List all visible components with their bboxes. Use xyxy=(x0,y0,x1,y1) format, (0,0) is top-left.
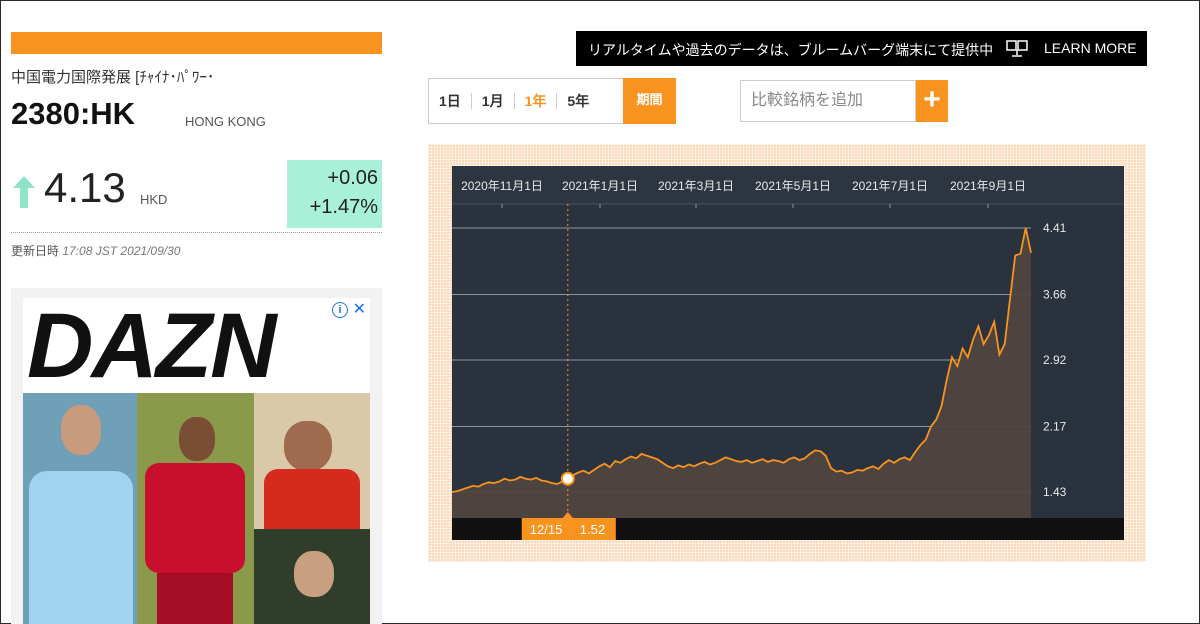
up-arrow-icon xyxy=(13,176,35,208)
x-tick-label: 2021年1月1日 xyxy=(562,179,638,193)
custom-period-button[interactable]: 期間 xyxy=(623,78,676,124)
tooltip-date: 12/15 xyxy=(530,522,563,537)
x-tick-label: 2021年3月1日 xyxy=(658,179,734,193)
header-accent-bar xyxy=(11,32,382,54)
ticker-symbol: 2380:HK xyxy=(11,96,136,131)
x-tick-label: 2021年9月1日 xyxy=(950,179,1026,193)
compare-search-input[interactable] xyxy=(740,80,916,122)
advertisement[interactable]: DAZN i ✕ xyxy=(11,288,382,624)
ad-creative[interactable]: DAZN i ✕ xyxy=(23,298,370,624)
learn-more-link[interactable]: LEARN MORE xyxy=(1044,40,1137,56)
tab-1-month[interactable]: 1月 xyxy=(472,91,514,111)
change-percent: +1.47% xyxy=(309,196,378,218)
exchange-name: HONG KONG xyxy=(185,114,266,129)
bloomberg-terminal-promo[interactable]: リアルタイムや過去のデータは、ブルームバーグ端末にて提供中 LEARN MORE xyxy=(576,31,1147,66)
period-tabs: 1日 1月 1年 5年 期間 xyxy=(428,78,676,124)
compare-symbol: + xyxy=(740,80,948,122)
y-tick-label: 2.17 xyxy=(1043,419,1067,433)
change-absolute: +0.06 xyxy=(327,167,378,189)
price-chart[interactable]: 4.41 3.66 2.92 2.17 1.43 2020年11月1日 2021年1月1日 2… xyxy=(452,166,1124,540)
price-chart-panel: 4.41 3.66 2.92 2.17 1.43 2020年11月1日 2021年1月1日 2… xyxy=(428,144,1146,562)
ad-brand-logo: DAZN xyxy=(27,298,277,397)
ad-player-photo xyxy=(254,393,370,529)
tab-1-year[interactable]: 1年 xyxy=(515,91,557,111)
price-change-box: +0.06 +1.47% xyxy=(287,160,382,228)
y-tick-label: 3.66 xyxy=(1043,287,1067,301)
price-currency: HKD xyxy=(140,192,168,207)
updated-timestamp: 更新日時 17:08 JST 2021/09/30 xyxy=(11,242,180,259)
updated-label: 更新日時 xyxy=(11,244,60,258)
add-compare-button[interactable]: + xyxy=(916,80,948,122)
terminal-icon xyxy=(1006,40,1028,57)
ad-player-photo xyxy=(137,393,254,624)
tooltip-value: 1.52 xyxy=(580,522,605,537)
updated-value: 17:08 JST 2021/09/30 xyxy=(62,244,181,258)
close-icon[interactable]: ✕ xyxy=(353,299,366,319)
tab-1-day[interactable]: 1日 xyxy=(429,91,471,111)
x-tick-label: 2021年5月1日 xyxy=(755,179,831,193)
x-tick-label: 2020年11月1日 xyxy=(461,179,543,193)
x-tick-label: 2021年7月1日 xyxy=(852,179,928,193)
promo-text: リアルタイムや過去のデータは、ブルームバーグ端末にて提供中 xyxy=(588,42,994,58)
ad-player-photo xyxy=(254,529,370,624)
company-name: 中国電力国際発展 [ﾁｬｲﾅ･ﾊﾟﾜｰ･ xyxy=(11,69,215,86)
y-tick-label: 1.43 xyxy=(1043,485,1067,499)
crosshair-point xyxy=(560,471,575,486)
tab-5-year[interactable]: 5年 xyxy=(557,91,599,111)
info-icon[interactable]: i xyxy=(332,302,348,318)
ad-player-photo xyxy=(23,393,137,624)
y-tick-label: 4.41 xyxy=(1043,221,1067,235)
last-price: 4.13 xyxy=(44,164,126,211)
y-tick-label: 2.92 xyxy=(1043,353,1067,367)
divider xyxy=(11,232,382,233)
